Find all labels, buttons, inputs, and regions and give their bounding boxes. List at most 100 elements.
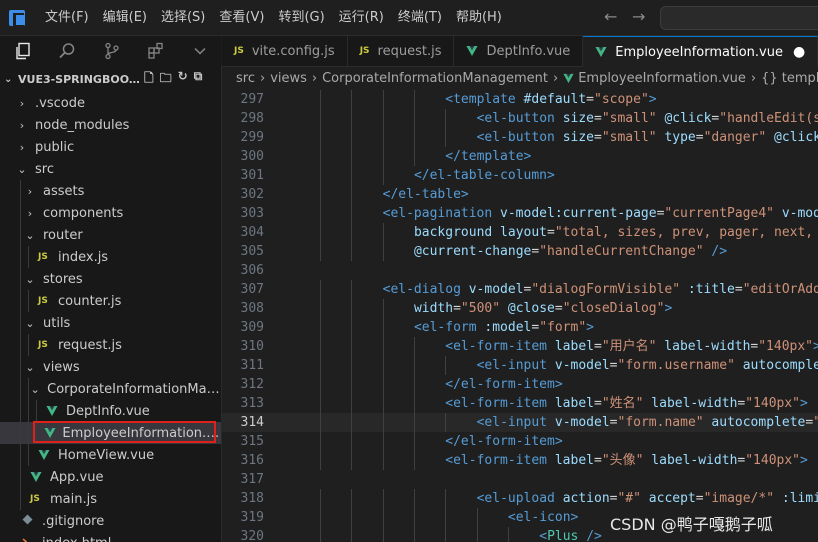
menu-item[interactable]: 选择(S) (154, 0, 212, 35)
code-text: <el-input v-model="form.name" autocomple… (477, 413, 818, 432)
code-line[interactable]: 303 <el-pagination v-model:current-page="… (222, 204, 818, 223)
unsaved-dot-icon[interactable]: ● (793, 44, 805, 60)
code-editor[interactable]: 297 <template #default="scope"> 298 <el-but… (222, 89, 818, 542)
indent-guide (445, 356, 447, 375)
refresh-icon[interactable]: ↻ (178, 69, 188, 90)
code-line[interactable]: 309 <el-form :model="form"> (222, 318, 818, 337)
code-line[interactable]: 298 <el-button size="small" @click="handl… (222, 109, 818, 128)
search-icon[interactable] (58, 40, 76, 62)
code-token: Plus (547, 529, 579, 542)
code-line[interactable]: 300 </template> (222, 147, 818, 166)
chevron-right-icon: › (27, 206, 33, 220)
indent-guide (351, 451, 353, 470)
editor-tab[interactable]: JS request.js (347, 36, 455, 66)
code-token: "scope" (594, 92, 649, 107)
breadcrumb-item[interactable]: {} template (761, 71, 818, 86)
code-line[interactable]: 310 <el-form-item label="用户名" label-width… (222, 337, 818, 356)
indent-guide (20, 422, 21, 444)
tree-file[interactable]: .gitignore (0, 510, 221, 532)
tree-folder[interactable]: ⌄ src (0, 158, 221, 180)
code-line[interactable]: 313 <el-form-item label="姓名" label-width=… (222, 394, 818, 413)
tree-folder[interactable]: ⌄ views (0, 356, 221, 378)
menu-item[interactable]: 运行(R) (332, 0, 391, 35)
code-line[interactable]: 316 <el-form-item label="头像" label-width=… (222, 451, 818, 470)
code-line[interactable]: 304 background layout="total, sizes, prev… (222, 223, 818, 242)
tree-file[interactable]: JS index.js (0, 246, 221, 268)
explorer-root-header[interactable]: ⌄ VUE3-SPRINGBOO... 🗋 🗀 ↻ ⧉ (0, 66, 221, 92)
menu-item[interactable]: 终端(T) (391, 0, 449, 35)
tree-folder[interactable]: › public (0, 136, 221, 158)
indent-guide (320, 185, 321, 204)
tree-file[interactable]: JS counter.js (0, 290, 221, 312)
new-folder-icon[interactable]: 🗀 (160, 69, 172, 90)
indent-guide (382, 299, 384, 318)
source-control-icon[interactable] (102, 40, 120, 62)
chevron-right-icon: › (311, 70, 318, 86)
command-center-search[interactable] (660, 6, 818, 30)
indent-guide (36, 400, 37, 422)
code-token: = (593, 339, 602, 354)
code-line[interactable]: 314 <el-input v-model="form.name" autocom… (222, 413, 818, 432)
menu-item[interactable]: 文件(F) (38, 0, 96, 35)
editor-tab[interactable]: JS vite.config.js (222, 36, 348, 66)
forward-arrow-icon[interactable]: → (632, 8, 645, 26)
tree-item-label: main.js (50, 491, 97, 507)
menu-item[interactable]: 查看(V) (212, 0, 271, 35)
tree-file[interactable]: HomeView.vue (0, 444, 221, 466)
tree-folder[interactable]: › .vscode (0, 92, 221, 114)
tree-file[interactable]: JS main.js (0, 488, 221, 510)
chevron-down-icon: ⌄ (25, 228, 35, 242)
code-line[interactable]: 299 <el-button size="small" type="danger"… (222, 128, 818, 147)
code-line[interactable]: 317 (222, 470, 818, 489)
tree-folder[interactable]: › assets (0, 180, 221, 202)
code-line[interactable]: 306 (222, 261, 818, 280)
tree-folder[interactable]: ⌄ stores (0, 268, 221, 290)
line-number: 306 (240, 263, 264, 278)
code-line[interactable]: 307 <el-dialog v-model = "dialogFormVisible… (222, 280, 818, 299)
tree-file[interactable]: DeptInfo.vue (0, 400, 221, 422)
breadcrumb-item[interactable]: EmployeeInformation.vue (578, 71, 746, 86)
menu-item[interactable]: 帮助(H) (449, 0, 509, 35)
collapse-all-icon[interactable]: ⧉ (194, 69, 203, 90)
indent-guide (413, 527, 415, 542)
tree-folder[interactable]: › node_modules (0, 114, 221, 136)
code-line[interactable]: 315 </el-form-item> (222, 432, 818, 451)
breadcrumb-item[interactable]: views (270, 71, 307, 86)
html-file-icon (22, 536, 42, 542)
editor-tab[interactable]: EmployeeInformation.vue ● (583, 36, 818, 67)
watermark: CSDN @鸭子嘎鹅子呱 (610, 515, 773, 534)
code-line[interactable]: 302 </el-table> (222, 185, 818, 204)
indent-guide (20, 356, 21, 378)
code-line[interactable]: 311 <el-input v-model="form.username" aut… (222, 356, 818, 375)
tree-folder[interactable]: ⌄ utils (0, 312, 221, 334)
tree-file[interactable]: App.vue (0, 466, 221, 488)
code-line[interactable]: 305 @current-change="handleCurrentChange"… (222, 242, 818, 261)
back-arrow-icon[interactable]: ← (604, 8, 617, 26)
breadcrumb-item[interactable]: CorporateInformationManagement (322, 71, 548, 86)
new-file-icon[interactable]: 🗋 (144, 69, 154, 90)
tree-file[interactable]: JS request.js (0, 334, 221, 356)
code-line[interactable]: 308 width="500" @close="closeDialog"> (222, 299, 818, 318)
code-line[interactable]: 297 <template #default="scope"> (222, 90, 818, 109)
code-text: </template> (445, 147, 531, 166)
tree-file[interactable]: index.html (0, 532, 221, 542)
code-line[interactable]: 301 </el-table-column> (222, 166, 818, 185)
tree-folder[interactable]: ⌄ router (0, 224, 221, 246)
chevron-down-icon: ⌄ (4, 73, 13, 85)
editor-tab[interactable]: DeptInfo.vue (454, 36, 584, 66)
tree-folder[interactable]: › components (0, 202, 221, 224)
menu-item[interactable]: 编辑(E) (96, 0, 154, 35)
tree-folder[interactable]: ⌄ CorporateInformationMana... (0, 378, 221, 400)
indent-guide (382, 489, 384, 508)
breadcrumb-item[interactable]: src (236, 71, 255, 86)
code-line[interactable]: 312 </el-form-item> (222, 375, 818, 394)
extensions-icon[interactable] (147, 40, 165, 62)
explorer-icon[interactable] (14, 40, 32, 62)
line-number: 310 (240, 339, 264, 354)
menu-item[interactable]: 转到(G) (271, 0, 331, 35)
more-chevron-down-icon[interactable] (191, 40, 209, 62)
chevron-right-icon: › (19, 118, 25, 132)
code-line[interactable]: 318 <el-upload action="#" accept="image/*… (222, 489, 818, 508)
